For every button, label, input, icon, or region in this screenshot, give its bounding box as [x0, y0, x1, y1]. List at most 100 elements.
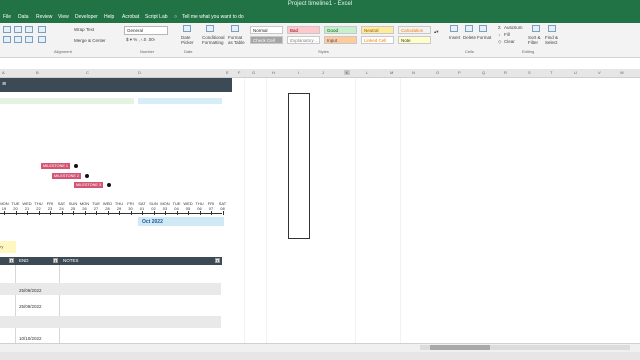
column-header-q[interactable]: Q — [482, 70, 485, 75]
orientation-icon[interactable] — [38, 26, 46, 33]
yellow-cell[interactable]: ry — [0, 241, 16, 253]
menu-script-lab[interactable]: Script Lab — [145, 14, 168, 20]
align-top-icon[interactable] — [3, 26, 11, 33]
column-header-c[interactable]: C — [86, 70, 89, 75]
milestone-1[interactable]: MILESTONE 1 — [41, 163, 71, 169]
indent-icon[interactable] — [38, 36, 46, 43]
end-date-cell[interactable]: 25/09/2022 — [19, 288, 42, 293]
format-as-table-icon[interactable] — [231, 25, 239, 32]
column-header-f[interactable]: F — [238, 70, 240, 75]
column-header-r[interactable]: R — [504, 70, 507, 75]
insert-button[interactable]: Insert — [449, 35, 460, 40]
align-center-icon[interactable] — [14, 36, 22, 43]
align-bottom-icon[interactable] — [25, 26, 33, 33]
format-cells-icon[interactable] — [479, 25, 487, 32]
menu-acrobat[interactable]: Acrobat — [122, 14, 139, 20]
style-bad[interactable]: Bad — [287, 26, 320, 34]
style-normal[interactable]: Normal — [250, 26, 283, 34]
end-date-cell[interactable]: 25/09/2022 — [19, 304, 42, 309]
menu-help[interactable]: Help — [104, 14, 114, 20]
sort-filter-button[interactable]: Sort & Filter — [528, 35, 542, 45]
currency-format-icon[interactable]: $ ▾ % , ‹.0 .00› — [126, 37, 155, 43]
legend-bar-blue — [138, 98, 222, 104]
column-header-j[interactable]: J — [322, 70, 324, 75]
align-left-icon[interactable] — [3, 36, 11, 43]
column-header-s[interactable]: S — [528, 70, 531, 75]
delete-button[interactable]: Delete — [463, 35, 476, 40]
style-linked-cell[interactable]: Linked Cell — [361, 36, 394, 44]
wrap-text-button[interactable]: Wrap Text — [74, 27, 94, 32]
day-label: SAT 24 — [57, 201, 66, 211]
align-right-icon[interactable] — [25, 36, 33, 43]
menu-data[interactable]: Data — [18, 14, 29, 20]
column-header-g[interactable]: G — [252, 70, 255, 75]
menu-review[interactable]: Review — [36, 14, 52, 20]
menu-view[interactable]: View — [58, 14, 69, 20]
delete-cells-icon[interactable] — [465, 25, 473, 32]
sort-filter-icon[interactable] — [532, 25, 540, 32]
column-header-d[interactable]: D — [138, 70, 141, 75]
merge-center-button[interactable]: Merge & Center — [74, 38, 106, 43]
end-date-cell[interactable]: 10/10/2022 — [19, 336, 42, 341]
number-format-select[interactable]: General — [124, 26, 168, 35]
column-header-v[interactable]: V — [598, 70, 601, 75]
column-header-h[interactable]: H — [272, 70, 275, 75]
rectangle-shape[interactable] — [288, 93, 310, 239]
group-label-editing: Editing — [522, 49, 535, 54]
style-explanatory[interactable]: Explanatory ... — [287, 36, 320, 44]
styles-scroll-icon[interactable]: ▴▾ — [434, 29, 439, 35]
conditional-formatting-button[interactable]: Conditional Formatting — [202, 35, 225, 45]
date-picker-button[interactable]: Date Picker — [181, 35, 194, 45]
format-button[interactable]: Format — [477, 35, 491, 40]
group-label-date: Date — [184, 49, 193, 54]
column-header-n[interactable]: N — [412, 70, 415, 75]
column-header-u[interactable]: U — [574, 70, 577, 75]
column-header-m[interactable]: M — [390, 70, 393, 75]
menu-developer[interactable]: Developer — [75, 14, 98, 20]
date-picker-icon[interactable] — [183, 25, 191, 32]
scrollbar-thumb[interactable] — [430, 345, 490, 350]
find-select-button[interactable]: Find & Select — [545, 35, 559, 45]
filter-dropdown-icon[interactable]: ▾ — [215, 258, 220, 263]
column-header-i[interactable]: I — [298, 70, 299, 75]
style-input[interactable]: Input — [324, 36, 357, 44]
day-label: SUN 02 — [149, 201, 158, 211]
style-neutral[interactable]: Neutral — [361, 26, 394, 34]
style-good[interactable]: Good — [324, 26, 357, 34]
milestone-3[interactable]: MILESTONE 3 — [74, 182, 104, 188]
format-as-table-button[interactable]: Format as Table — [228, 35, 246, 45]
col-end-header: END — [19, 258, 29, 263]
tell-me-search[interactable]: Tell me what you want to do — [182, 14, 244, 20]
filter-dropdown-icon[interactable]: ▾ — [9, 258, 14, 263]
milestone-2[interactable]: MILESTONE 2 — [52, 173, 82, 179]
milestone-2-marker — [85, 174, 89, 178]
find-select-icon[interactable] — [548, 25, 556, 32]
fill-button[interactable]: Fill — [504, 32, 510, 37]
column-header-p[interactable]: P — [458, 70, 461, 75]
column-header-o[interactable]: O — [436, 70, 439, 75]
menu-lines-icon: ≡ — [2, 81, 7, 88]
menu-file[interactable]: File — [3, 14, 11, 20]
day-label: WED 05 — [183, 201, 193, 211]
lightbulb-icon: ○ — [174, 14, 178, 20]
insert-cells-icon[interactable] — [450, 25, 458, 32]
conditional-formatting-icon[interactable] — [206, 25, 214, 32]
style-calculation[interactable]: Calculation — [398, 26, 431, 34]
style-check-cell[interactable]: Check Cell — [250, 36, 283, 44]
table-row[interactable] — [0, 316, 221, 328]
column-header-l[interactable]: L — [366, 70, 368, 75]
day-label: WED 28 — [102, 201, 113, 211]
column-header-b[interactable]: B — [36, 70, 39, 75]
column-header-t[interactable]: T — [550, 70, 552, 75]
align-middle-icon[interactable] — [14, 26, 22, 33]
column-header-k[interactable]: K — [344, 70, 350, 75]
day-label: THU 06 — [195, 201, 204, 211]
sheet-tab-bar — [0, 352, 640, 360]
column-header-w[interactable]: W — [620, 70, 624, 75]
column-header-a[interactable]: A — [2, 70, 5, 75]
clear-button[interactable]: Clear — [504, 39, 515, 44]
filter-dropdown-icon[interactable]: ▾ — [53, 258, 58, 263]
autosum-button[interactable]: AutoSum — [504, 25, 523, 30]
column-header-e[interactable]: E — [226, 70, 229, 75]
style-note[interactable]: Note — [398, 36, 431, 44]
